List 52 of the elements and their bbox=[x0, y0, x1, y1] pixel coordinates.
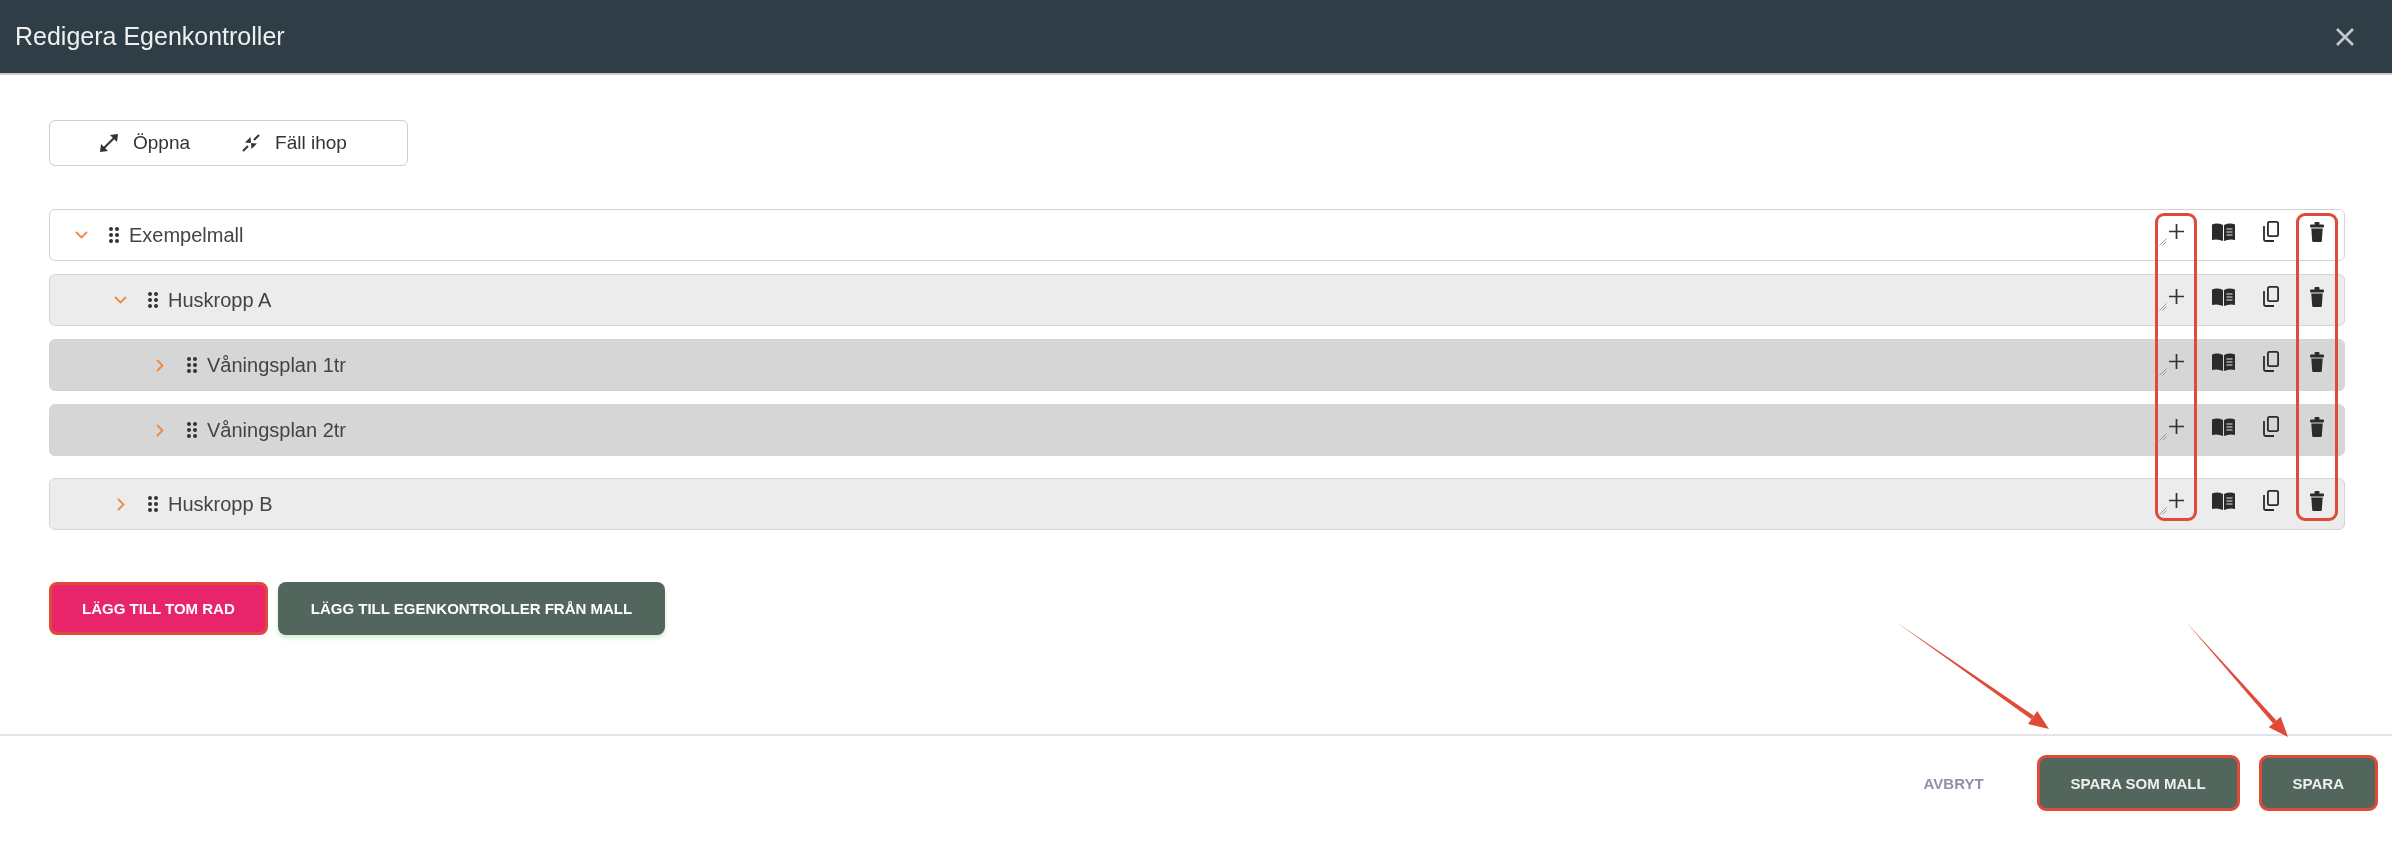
tree-row[interactable]: Exempelmall bbox=[49, 209, 2345, 261]
plus-icon[interactable] bbox=[2168, 224, 2184, 239]
tree-row[interactable]: Huskropp B bbox=[49, 478, 2345, 530]
tree-row[interactable]: Våningsplan 2tr bbox=[49, 404, 2345, 456]
diagonal-arrows-inward-icon bbox=[242, 134, 261, 152]
resize-grip-icon bbox=[2159, 238, 2167, 246]
copy-icon[interactable] bbox=[2261, 351, 2279, 372]
book-icon[interactable] bbox=[2211, 352, 2235, 371]
plus-icon[interactable] bbox=[2168, 289, 2184, 304]
drag-handle-icon[interactable] bbox=[148, 292, 158, 308]
expand-all-button[interactable]: Öppna bbox=[100, 132, 191, 154]
resize-grip-icon bbox=[2159, 303, 2167, 311]
row-label: Våningsplan 2tr bbox=[207, 418, 346, 442]
drag-handle-icon[interactable] bbox=[187, 357, 197, 373]
close-icon bbox=[2336, 27, 2354, 46]
tree-row[interactable]: Huskropp A bbox=[49, 274, 2345, 326]
plus-icon[interactable] bbox=[2168, 354, 2184, 369]
resize-grip-icon bbox=[2159, 368, 2167, 376]
add-from-template-button[interactable]: LÄGG TILL EGENKONTROLLER FRÅN MALL bbox=[277, 582, 666, 635]
collapse-all-button[interactable]: Fäll ihop bbox=[242, 132, 347, 154]
trash-icon[interactable] bbox=[2310, 351, 2324, 372]
book-icon[interactable] bbox=[2211, 491, 2235, 510]
chevron-down-icon[interactable] bbox=[75, 231, 88, 239]
plus-icon[interactable] bbox=[2168, 493, 2184, 508]
close-button[interactable] bbox=[2336, 27, 2354, 46]
book-icon[interactable] bbox=[2211, 222, 2235, 241]
drag-handle-icon[interactable] bbox=[148, 496, 158, 512]
book-icon[interactable] bbox=[2211, 287, 2235, 306]
save-button[interactable]: SPARA SOM MALL bbox=[2036, 755, 2240, 811]
drag-handle-icon[interactable] bbox=[109, 227, 119, 243]
save-button[interactable]: SPARA bbox=[2258, 755, 2378, 811]
trash-icon[interactable] bbox=[2310, 416, 2324, 437]
dialog-title: Redigera Egenkontroller bbox=[15, 22, 285, 51]
row-label: Exempelmall bbox=[129, 223, 244, 247]
plus-icon[interactable] bbox=[2168, 419, 2184, 434]
row-label: Våningsplan 1tr bbox=[207, 353, 346, 377]
trash-icon[interactable] bbox=[2310, 221, 2324, 242]
drag-handle-icon[interactable] bbox=[187, 422, 197, 438]
trash-icon[interactable] bbox=[2310, 490, 2324, 511]
row-label: Huskropp A bbox=[168, 288, 272, 312]
trash-icon[interactable] bbox=[2310, 286, 2324, 307]
copy-icon[interactable] bbox=[2261, 286, 2279, 307]
copy-icon[interactable] bbox=[2261, 490, 2279, 511]
row-label: Huskropp B bbox=[168, 492, 273, 516]
tree-row[interactable]: Våningsplan 1tr bbox=[49, 339, 2345, 391]
copy-icon[interactable] bbox=[2261, 416, 2279, 437]
add-empty-row-button[interactable]: LÄGG TILL TOM RAD bbox=[49, 582, 268, 635]
book-icon[interactable] bbox=[2211, 417, 2235, 436]
resize-grip-icon bbox=[2159, 507, 2167, 515]
diagonal-arrows-outward-icon bbox=[100, 134, 118, 152]
copy-icon[interactable] bbox=[2261, 221, 2279, 242]
resize-grip-icon bbox=[2159, 433, 2167, 441]
